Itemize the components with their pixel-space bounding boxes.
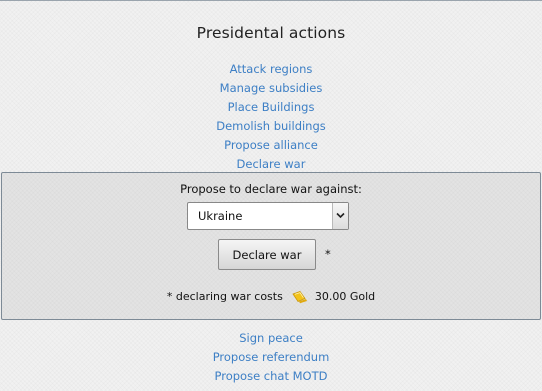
country-select[interactable]: Ukraine xyxy=(187,202,349,230)
top-border xyxy=(0,0,542,1)
demolish-buildings-link[interactable]: Demolish buildings xyxy=(0,117,542,136)
page-title: Presidental actions xyxy=(196,24,346,42)
propose-alliance-link[interactable]: Propose alliance xyxy=(0,136,542,155)
war-cost-amount: 30.00 Gold xyxy=(314,290,376,303)
declare-war-prompt: Propose to declare war against: xyxy=(180,182,362,196)
country-select-value: Ukraine xyxy=(198,209,243,223)
propose-chat-motd-link[interactable]: Propose chat MOTD xyxy=(0,367,542,386)
required-asterisk: * xyxy=(325,247,331,261)
presidential-actions-list: Attack regions Manage subsidies Place Bu… xyxy=(0,60,542,174)
declare-war-button[interactable]: Declare war xyxy=(218,239,316,270)
propose-referendum-link[interactable]: Propose referendum xyxy=(0,348,542,367)
declare-war-panel: Propose to declare war against: Ukraine … xyxy=(1,172,541,320)
sign-peace-link[interactable]: Sign peace xyxy=(0,329,542,348)
presidential-actions-list-bottom: Sign peace Propose referendum Propose ch… xyxy=(0,329,542,386)
manage-subsidies-link[interactable]: Manage subsidies xyxy=(0,79,542,98)
chevron-down-icon[interactable] xyxy=(332,203,348,229)
place-buildings-link[interactable]: Place Buildings xyxy=(0,98,542,117)
war-cost-label: * declaring war costs xyxy=(166,290,283,303)
gold-icon xyxy=(291,290,309,304)
war-cost-note: * declaring war costs 30.00 Gold xyxy=(2,289,540,305)
attack-regions-link[interactable]: Attack regions xyxy=(0,60,542,79)
